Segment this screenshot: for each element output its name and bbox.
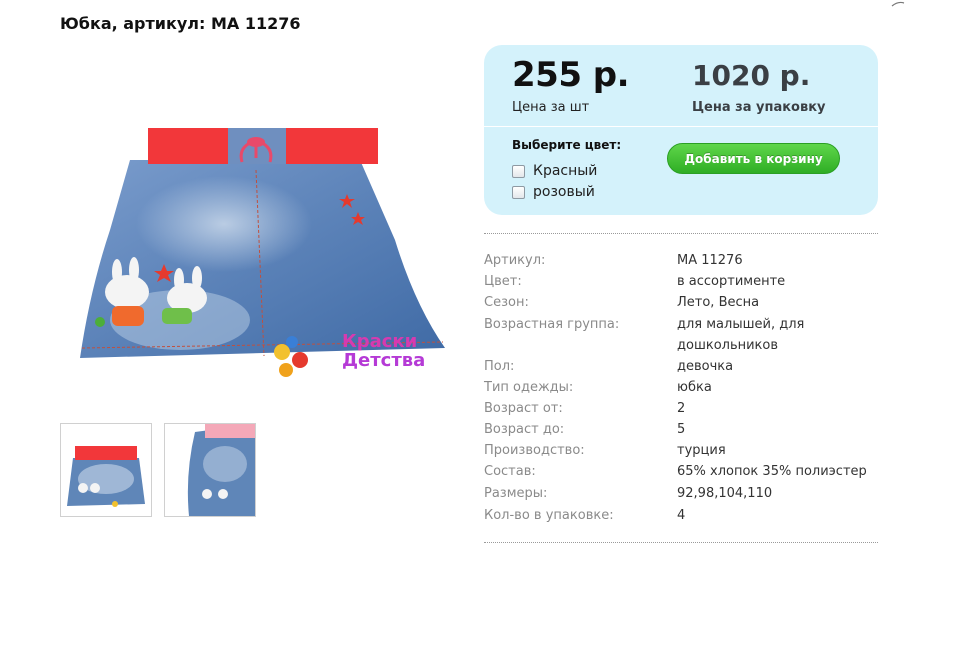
spec-label: Размеры: xyxy=(484,486,548,501)
product-thumbnail[interactable] xyxy=(164,423,256,517)
price-panel: 255 р. Цена за шт 1020 р. Цена за упаков… xyxy=(484,45,878,215)
spec-label: Цвет: xyxy=(484,274,522,289)
spec-label: Состав: xyxy=(484,464,536,479)
color-option-pink[interactable]: розовый xyxy=(512,184,595,200)
pack-price: 1020 р. xyxy=(692,59,811,92)
color-option-label: Красный xyxy=(533,163,598,179)
color-option-red[interactable]: Красный xyxy=(512,163,597,179)
spec-value: турция xyxy=(677,443,726,458)
spec-value: девочка xyxy=(677,359,734,374)
spec-label: Возрастная группа: xyxy=(484,317,620,332)
divider xyxy=(484,542,878,543)
product-thumbnail[interactable] xyxy=(60,423,152,517)
divider xyxy=(484,126,878,127)
spec-label: Пол: xyxy=(484,359,515,374)
add-to-cart-button[interactable]: Добавить в корзину xyxy=(667,143,840,174)
product-main-image[interactable]: Краски Детства xyxy=(60,120,470,400)
spec-value: в ассортименте xyxy=(677,274,786,289)
pack-price-label: Цена за упаковку xyxy=(692,100,826,115)
brand-watermark: Краски Детства xyxy=(342,332,425,370)
product-title: Юбка, артикул: МА 11276 xyxy=(60,14,301,33)
spec-label: Сезон: xyxy=(484,295,529,310)
unit-price-label: Цена за шт xyxy=(512,100,590,115)
spec-value: 4 xyxy=(677,508,686,523)
spec-value: юбка xyxy=(677,380,712,395)
spec-value: 65% хлопок 35% полиэстер xyxy=(677,464,867,479)
spec-label: Производство: xyxy=(484,443,585,458)
color-select-heading: Выберите цвет: xyxy=(512,138,622,152)
color-checkbox-red[interactable] xyxy=(512,164,525,178)
spec-label: Тип одежды: xyxy=(484,380,574,395)
spec-value: Лето, Весна xyxy=(677,295,760,310)
brand-watermark-line2: Детства xyxy=(342,350,426,371)
color-option-label: розовый xyxy=(533,184,595,200)
unit-price: 255 р. xyxy=(512,55,630,95)
spec-value: для малышей, для дошкольников xyxy=(677,317,805,353)
spec-label: Возраст от: xyxy=(484,401,563,416)
spec-label: Возраст до: xyxy=(484,422,565,437)
corner-arrow-icon xyxy=(891,1,905,7)
spec-label: Артикул: xyxy=(484,253,546,268)
color-checkbox-pink[interactable] xyxy=(512,185,525,199)
divider xyxy=(484,233,878,234)
spec-label: Кол-во в упаковке: xyxy=(484,508,614,523)
spec-value: 92,98,104,110 xyxy=(677,486,773,501)
spec-value: МА 11276 xyxy=(677,253,743,268)
brand-watermark-line1: Краски xyxy=(342,331,418,352)
spec-value: 5 xyxy=(677,422,686,437)
spec-value: 2 xyxy=(677,401,686,416)
